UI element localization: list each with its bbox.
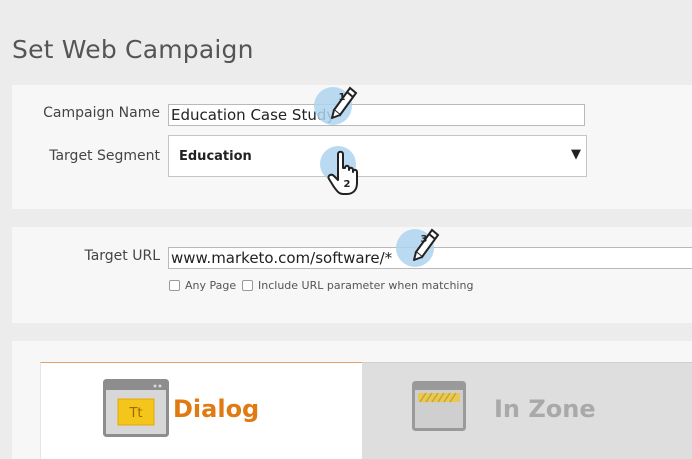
target-url-input[interactable]: www.marketo.com/software/* — [168, 247, 692, 269]
include-url-parameter-checkbox[interactable] — [242, 280, 253, 291]
any-page-label: Any Page — [185, 279, 237, 292]
dropdown-arrow-icon[interactable]: ▼ — [571, 147, 581, 162]
include-url-parameter-label: Include URL parameter when matching — [258, 279, 474, 292]
in-zone-window-icon — [412, 381, 466, 431]
campaign-name-label: Campaign Name — [43, 105, 160, 121]
include-url-parameter-option[interactable]: Include URL parameter when matching — [242, 279, 473, 292]
tab-dialog-label: Dialog — [173, 395, 260, 423]
target-url-label: Target URL — [84, 248, 160, 264]
page-title: Set Web Campaign — [12, 35, 254, 64]
target-segment-select[interactable]: Education ▼ — [168, 135, 587, 177]
dialog-icon-text: Tt — [128, 406, 142, 421]
tab-in-zone-label: In Zone — [494, 395, 596, 423]
target-segment-value: Education — [179, 149, 252, 164]
any-page-checkbox[interactable] — [169, 280, 180, 291]
campaign-name-input[interactable]: Education Case Study — [168, 104, 585, 126]
tab-in-zone[interactable]: In Zone — [362, 362, 692, 459]
tab-dialog[interactable]: Tt Dialog — [40, 362, 362, 459]
target-segment-label: Target Segment — [49, 148, 160, 164]
target-url-panel — [12, 227, 692, 323]
dialog-window-icon: Tt — [103, 379, 169, 437]
any-page-option[interactable]: Any Page — [169, 279, 236, 292]
